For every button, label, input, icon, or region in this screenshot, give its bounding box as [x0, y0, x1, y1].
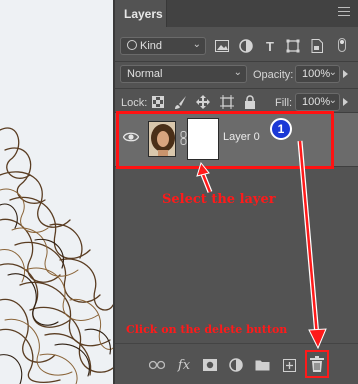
delete-button-note: Click on the delete button — [126, 323, 288, 336]
select-layer-note: Select the layer — [162, 192, 276, 207]
